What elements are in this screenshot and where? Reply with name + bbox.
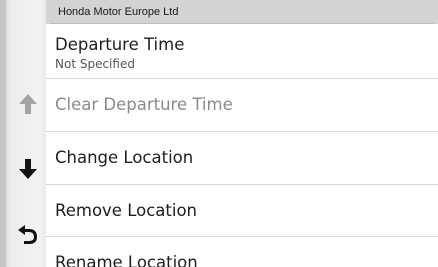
menu-item-departure-time[interactable]: Departure Time Not Specified	[46, 27, 438, 77]
menu-item-label: Remove Location	[55, 201, 197, 220]
banner-text: Honda Motor Europe Ltd	[58, 6, 179, 18]
menu-item-sublabel: Not Specified	[55, 57, 135, 71]
menu-item-remove-location[interactable]: Remove Location	[46, 185, 438, 237]
banner-bar: Honda Motor Europe Ltd	[46, 0, 438, 24]
navigation-screen: Honda Motor Europe Ltd Departure Time No…	[0, 0, 438, 267]
scroll-up-button[interactable]	[10, 84, 46, 124]
arrow-down-icon	[19, 159, 37, 179]
menu-item-clear-departure-time[interactable]: Clear Departure Time	[46, 79, 438, 131]
menu-item-label: Change Location	[55, 148, 194, 167]
back-arrow-icon	[18, 225, 37, 244]
arrow-up-icon	[19, 94, 37, 114]
side-navigation-bar	[0, 0, 46, 267]
header-banner: Honda Motor Europe Ltd	[46, 0, 438, 27]
back-button[interactable]	[10, 214, 46, 254]
menu-item-change-location[interactable]: Change Location	[46, 132, 438, 184]
menu-item-rename-location[interactable]: Rename Location	[46, 237, 438, 267]
menu-item-label: Clear Departure Time	[55, 95, 233, 114]
side-edge	[0, 0, 6, 267]
scroll-down-button[interactable]	[10, 149, 46, 189]
menu-item-label: Departure Time	[55, 35, 185, 54]
menu-item-label: Rename Location	[55, 253, 198, 267]
